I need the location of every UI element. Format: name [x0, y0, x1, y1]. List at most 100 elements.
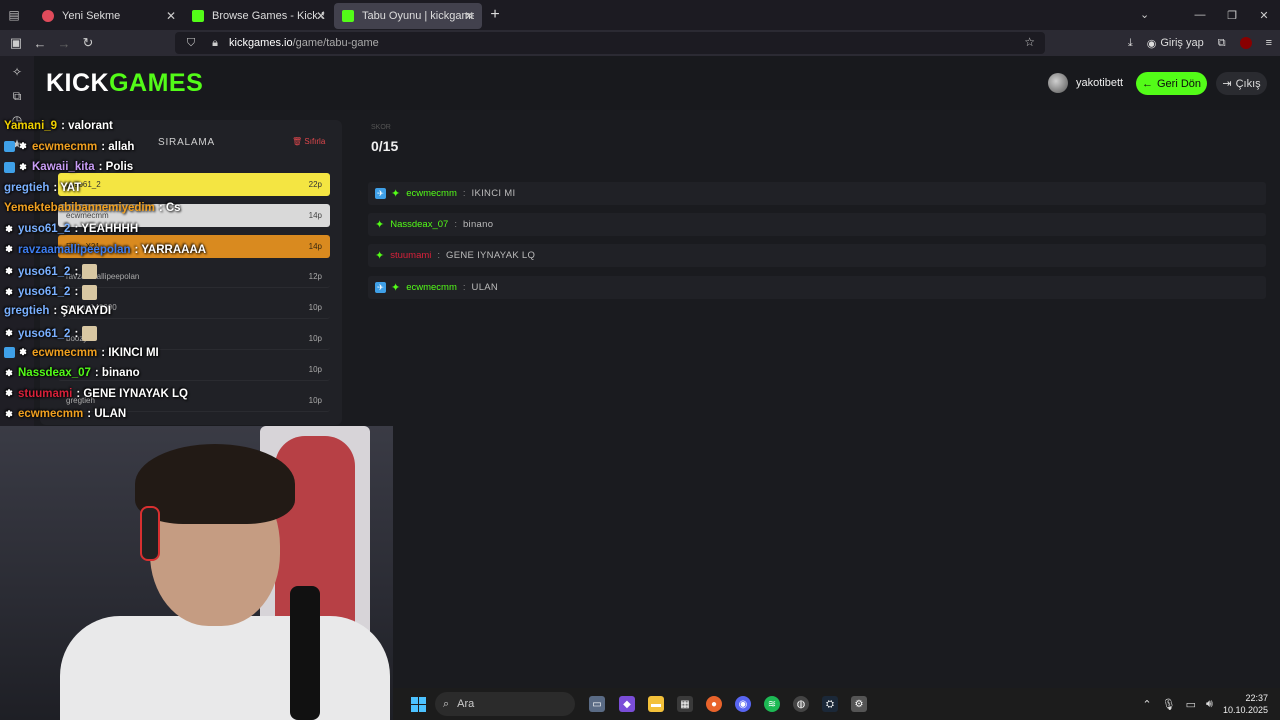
search-label: Ara — [457, 698, 475, 710]
ranking-row: 10p — [58, 358, 330, 381]
sidebar-toggle-icon[interactable]: ▣ — [4, 31, 28, 55]
obs-icon[interactable]: ◍ — [793, 696, 809, 712]
restore-icon[interactable]: ❐ — [1216, 0, 1248, 30]
menu-icon[interactable]: ≡ — [1266, 37, 1272, 49]
account-icon: ◉ — [1146, 37, 1157, 50]
answer-text: binano — [462, 219, 494, 230]
separator: : — [454, 219, 457, 230]
exit-label: Çıkış — [1235, 77, 1261, 90]
back-arrow-icon[interactable]: ← — [28, 31, 52, 55]
close-window-icon[interactable]: ✕ — [1248, 0, 1280, 30]
ranking-row: yuso61_2 22p — [58, 173, 330, 196]
ranking-points: 14p — [308, 242, 322, 251]
score-label: SKOR — [371, 124, 391, 131]
ranking-points: 14p — [308, 211, 322, 220]
display-icon[interactable]: ▭ — [1186, 698, 1196, 711]
microphone-icon[interactable]: 🎙︎ — [1162, 698, 1176, 711]
ranking-name: ravzaamallipeepolan — [66, 271, 140, 281]
new-tab-button[interactable]: + — [482, 6, 508, 24]
answer-text: GENE IYNAYAK LQ — [446, 250, 536, 261]
copilot-icon[interactable]: ◆ — [619, 696, 635, 712]
webcam-feed — [0, 426, 393, 720]
ranking-row: boozyn 10p — [58, 327, 330, 350]
microphone — [290, 586, 320, 720]
ranking-points: 10p — [308, 364, 322, 374]
windows-start-icon[interactable] — [411, 697, 426, 712]
answer-text: ULAN — [471, 282, 499, 293]
taskbar-search[interactable]: ⌕ Ara — [435, 692, 575, 716]
synced-tabs-icon[interactable]: ⧉ — [0, 84, 34, 108]
download-icon[interactable]: ⤓ — [1128, 37, 1133, 50]
user-profile[interactable]: yakotibett — [1048, 73, 1123, 93]
ranking-points: 12p — [308, 271, 322, 281]
reset-label: Sıfırla — [304, 137, 326, 146]
minimize-icon[interactable]: — — [1184, 0, 1216, 30]
chevron-down-icon[interactable]: ⌄ — [1140, 8, 1149, 21]
bookmark-star-icon[interactable]: ☆ — [1024, 35, 1035, 49]
ranking-name: yuso61_2 — [66, 180, 101, 189]
username: yakotibett — [1076, 77, 1124, 89]
logout-icon: ⇥ — [1222, 78, 1232, 90]
sign-in-label: Giriş yap — [1160, 37, 1204, 49]
store-icon[interactable]: ▦ — [677, 696, 693, 712]
ranking-name: ecwmecmm — [66, 211, 109, 220]
discord-icon[interactable]: ◉ — [735, 696, 751, 712]
url-path: /game/tabu-game — [292, 37, 379, 49]
ranking-name: gregtieh — [66, 395, 95, 405]
kickgames-logo[interactable]: KICKGAMES — [46, 69, 203, 98]
answer-user: Nassdeax_07 — [390, 219, 449, 230]
navigation-bar: ▣ ← → ↻ ⛉ 🔒︎ kickgames.io/game/tabu-game… — [0, 30, 1280, 56]
chevron-up-icon[interactable]: ⌃ — [1142, 698, 1151, 711]
exit-button[interactable]: ⇥ Çıkış — [1216, 72, 1267, 95]
bookmarks-icon[interactable]: ★ — [0, 132, 34, 156]
kick-icon — [342, 10, 354, 22]
tab-list-icon[interactable]: ▤ — [0, 0, 28, 30]
reset-button[interactable]: 🗑︎ Sıfırla — [292, 137, 325, 146]
task-view-icon[interactable]: ▭ — [589, 696, 605, 712]
steam-icon[interactable]: ⛭ — [822, 696, 838, 712]
answer-row: ✈ ✦ ecwmecmm : IKINCI MI — [368, 182, 1266, 205]
window-controls: — ❐ ✕ — [1184, 0, 1280, 30]
close-tab-icon[interactable]: ✕ — [166, 9, 176, 23]
sparkle-icon: ✦ — [375, 250, 385, 262]
answer-row: ✈ ✦ ecwmecmm : ULAN — [368, 276, 1266, 299]
ublock-icon[interactable] — [1239, 37, 1252, 49]
ranking-row: gregtieh 10p — [58, 389, 330, 412]
shield-icon[interactable]: ⛉ — [183, 37, 199, 50]
extensions-icon[interactable]: ⧉ — [1218, 37, 1226, 50]
sign-in-button[interactable]: ◉ Giriş yap — [1147, 37, 1204, 50]
lock-icon[interactable]: 🔒︎ — [207, 37, 223, 50]
url-bar[interactable]: ⛉ 🔒︎ kickgames.io/game/tabu-game ☆ — [175, 32, 1045, 54]
logo-part-kick: KICK — [46, 69, 110, 97]
close-tab-icon[interactable]: ✕ — [464, 9, 474, 23]
reload-icon[interactable]: ↻ — [76, 31, 100, 55]
site-header: KICKGAMES yakotibett ← Geri Dön ⇥ Çıkış — [34, 56, 1280, 110]
sparkle-icon: ✦ — [375, 219, 385, 231]
forward-arrow-icon[interactable]: → — [52, 31, 76, 55]
tab-title: Yeni Sekme — [62, 10, 121, 22]
answer-row: ✦ Nassdeax_07 : binano — [368, 213, 1266, 236]
history-icon[interactable]: ◷ — [0, 108, 34, 132]
system-tray: ⌃ 🎙︎ ▭ 🔊︎ 22:37 10.10.2025 — [1142, 688, 1268, 720]
spotify-icon[interactable]: ≋ — [764, 696, 780, 712]
firefox-taskbar-icon[interactable]: ● — [706, 696, 722, 712]
taskbar-clock[interactable]: 22:37 10.10.2025 — [1223, 692, 1268, 716]
back-button[interactable]: ← Geri Dön — [1136, 72, 1207, 95]
headset — [140, 506, 160, 561]
ai-chatbot-icon[interactable]: ✧ — [0, 60, 34, 84]
ranking-row: osman143000 10p — [58, 296, 330, 319]
tab-new-tab[interactable]: Yeni Sekme ✕ — [34, 3, 184, 29]
score-value: 0/15 — [371, 138, 399, 154]
file-explorer-icon[interactable]: ▬ — [648, 696, 664, 712]
close-tab-icon[interactable]: ✕ — [316, 9, 326, 23]
kick-icon — [192, 10, 204, 22]
separator: : — [462, 188, 466, 199]
tab-tabu-oyunu[interactable]: Tabu Oyunu | kickgames.io ✕ — [334, 3, 482, 29]
settings-gear-icon[interactable]: ⚙ — [851, 696, 867, 712]
url-host: kickgames.io — [229, 37, 293, 49]
url-text: kickgames.io/game/tabu-game — [229, 37, 379, 49]
tab-browse-games[interactable]: Browse Games - Kick Streaming ✕ — [184, 3, 334, 29]
firefox-icon — [42, 10, 54, 22]
volume-icon[interactable]: 🔊︎ — [1206, 698, 1213, 711]
avatar — [1048, 73, 1068, 93]
